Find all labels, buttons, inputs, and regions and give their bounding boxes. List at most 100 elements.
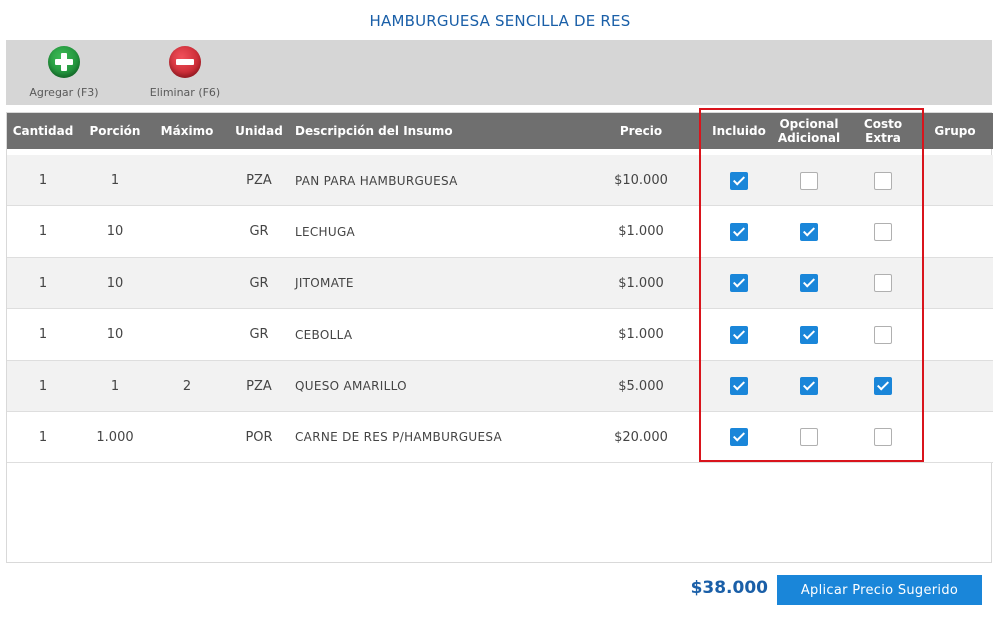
header-grupo[interactable]: Grupo bbox=[923, 113, 987, 149]
cell-precio: $1.000 bbox=[618, 327, 664, 343]
costo-extra-checkbox[interactable] bbox=[874, 428, 892, 447]
table-row[interactable]: 1 1.000 POR CARNE DE RES P/HAMBURGUESA $20.0… bbox=[7, 411, 993, 464]
header-porcion[interactable]: Porción bbox=[79, 113, 151, 149]
costo-extra-checkbox[interactable] bbox=[874, 171, 892, 190]
total-price: $38.000 bbox=[690, 578, 768, 598]
cell-incluido bbox=[707, 412, 771, 463]
table-row[interactable]: 1 10 GR LECHUGA $1.000 bbox=[7, 206, 993, 258]
toolbar: Agregar (F3) Eliminar (F6) bbox=[6, 40, 992, 105]
table-row[interactable]: 1 10 GR CEBOLLA $1.000 bbox=[7, 309, 993, 361]
cell-opcional bbox=[771, 412, 847, 463]
cell-costo_extra bbox=[847, 258, 919, 309]
cell-precio: $20.000 bbox=[614, 429, 668, 445]
cell-maximo bbox=[151, 155, 223, 206]
cell-descripcion: QUESO AMARILLO bbox=[295, 379, 407, 394]
cell-cantidad: 1 bbox=[38, 224, 48, 240]
incluido-checkbox[interactable] bbox=[730, 171, 748, 190]
cell-porcion: 1.000 bbox=[96, 429, 134, 445]
cell-grupo bbox=[923, 155, 987, 206]
header-precio[interactable]: Precio bbox=[605, 113, 677, 149]
header-costo-extra[interactable]: Costo Extra bbox=[847, 113, 919, 149]
header-costo-line2: Extra bbox=[865, 131, 901, 145]
cell-grupo bbox=[923, 206, 987, 257]
cell-incluido bbox=[707, 155, 771, 206]
cell-costo_extra bbox=[847, 412, 919, 463]
cell-unidad: GR bbox=[249, 327, 269, 343]
cell-precio: $10.000 bbox=[614, 173, 668, 188]
cell-grupo bbox=[923, 309, 987, 360]
cell-unidad: PZA bbox=[246, 378, 272, 394]
cell-maximo bbox=[151, 206, 223, 257]
add-button-label: Agregar (F3) bbox=[29, 86, 99, 99]
cell-incluido bbox=[707, 258, 771, 309]
costo-extra-checkbox[interactable] bbox=[874, 377, 892, 396]
header-costo-line1: Costo bbox=[863, 117, 903, 131]
cell-unidad: PZA bbox=[246, 173, 272, 188]
incluido-checkbox[interactable] bbox=[730, 325, 748, 344]
header-descripcion[interactable]: Descripción del Insumo bbox=[295, 113, 595, 149]
cell-incluido bbox=[707, 206, 771, 257]
cell-unidad: GR bbox=[249, 224, 269, 240]
cell-descripcion: CARNE DE RES P/HAMBURGUESA bbox=[295, 430, 503, 445]
cell-costo_extra bbox=[847, 155, 919, 206]
delete-button-label: Eliminar (F6) bbox=[149, 86, 221, 99]
cell-porcion: 1 bbox=[110, 378, 120, 394]
header-unidad[interactable]: Unidad bbox=[229, 113, 289, 149]
cell-opcional bbox=[771, 309, 847, 360]
cell-cantidad: 1 bbox=[38, 429, 48, 445]
incluido-checkbox[interactable] bbox=[730, 274, 748, 293]
cell-grupo bbox=[923, 361, 987, 412]
cell-cantidad: 1 bbox=[38, 378, 48, 394]
header-incluido[interactable]: Incluido bbox=[707, 113, 771, 149]
opcional-checkbox[interactable] bbox=[800, 325, 818, 344]
costo-extra-checkbox[interactable] bbox=[874, 274, 892, 293]
cell-opcional bbox=[771, 258, 847, 309]
cell-opcional bbox=[771, 206, 847, 257]
cell-costo_extra bbox=[847, 309, 919, 360]
cell-descripcion: JITOMATE bbox=[295, 276, 354, 291]
opcional-checkbox[interactable] bbox=[800, 377, 818, 396]
cell-maximo bbox=[151, 258, 223, 309]
costo-extra-checkbox[interactable] bbox=[874, 222, 892, 241]
cell-porcion: 1 bbox=[110, 173, 120, 188]
cell-precio: $1.000 bbox=[618, 224, 664, 240]
cell-descripcion: PAN PARA HAMBURGUESA bbox=[295, 173, 458, 188]
cell-opcional bbox=[771, 155, 847, 206]
opcional-checkbox[interactable] bbox=[800, 274, 818, 293]
cell-precio: $1.000 bbox=[618, 275, 664, 291]
table-row[interactable]: 1 1 2 PZA QUESO AMARILLO $5.000 bbox=[7, 360, 993, 412]
incluido-checkbox[interactable] bbox=[730, 377, 748, 396]
opcional-checkbox[interactable] bbox=[800, 222, 818, 241]
apply-suggested-price-button[interactable]: Aplicar Precio Sugerido bbox=[777, 575, 982, 605]
header-opcional-adicional[interactable]: Opcional Adicional bbox=[771, 113, 847, 149]
cell-porcion: 10 bbox=[106, 275, 124, 291]
header-opcional-line1: Opcional bbox=[779, 117, 839, 131]
cell-porcion: 10 bbox=[106, 224, 124, 240]
cell-unidad: POR bbox=[245, 429, 273, 445]
header-cantidad[interactable]: Cantidad bbox=[7, 113, 79, 149]
cell-incluido bbox=[707, 361, 771, 412]
plus-circle-icon bbox=[48, 46, 80, 78]
cell-descripcion: CEBOLLA bbox=[295, 327, 353, 342]
header-maximo[interactable]: Máximo bbox=[151, 113, 223, 149]
cell-maximo bbox=[151, 412, 223, 463]
incluido-checkbox[interactable] bbox=[730, 428, 748, 447]
delete-button[interactable]: Eliminar (F6) bbox=[140, 46, 230, 99]
cell-costo_extra bbox=[847, 206, 919, 257]
table-row[interactable]: 1 1 PZA PAN PARA HAMBURGUESA $10.000 bbox=[7, 155, 993, 207]
cell-grupo bbox=[923, 412, 987, 463]
table-header: Cantidad Porción Máximo Unidad Descripci… bbox=[7, 113, 993, 149]
cell-porcion: 10 bbox=[106, 327, 124, 343]
header-opcional-line2: Adicional bbox=[777, 131, 841, 145]
table-row[interactable]: 1 10 GR JITOMATE $1.000 bbox=[7, 257, 993, 310]
cell-maximo bbox=[151, 309, 223, 360]
opcional-checkbox[interactable] bbox=[800, 171, 818, 190]
add-button[interactable]: Agregar (F3) bbox=[24, 46, 104, 99]
cell-cantidad: 1 bbox=[38, 173, 48, 188]
cell-grupo bbox=[923, 258, 987, 309]
cell-precio: $5.000 bbox=[618, 378, 664, 394]
cell-maximo: 2 bbox=[182, 378, 192, 394]
opcional-checkbox[interactable] bbox=[800, 428, 818, 447]
costo-extra-checkbox[interactable] bbox=[874, 325, 892, 344]
incluido-checkbox[interactable] bbox=[730, 222, 748, 241]
